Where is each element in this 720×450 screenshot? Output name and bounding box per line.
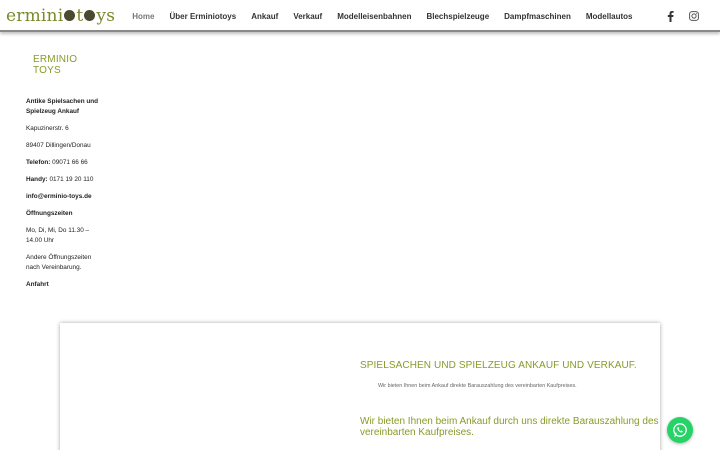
email-link[interactable]: info@erminio-toys.de xyxy=(26,193,92,200)
hours-label: Öffnungszeiten xyxy=(26,210,73,217)
logo-text: ermini t ys xyxy=(6,6,115,26)
nav-item-dampfmaschinen[interactable]: Dampfmaschinen xyxy=(504,12,571,21)
hours-heading: Öffnungszeiten xyxy=(26,209,106,219)
directions-link[interactable]: Anfahrt xyxy=(26,281,49,288)
content-heading: SPIELSACHEN UND SPIELZEUG ANKAUF UND VER… xyxy=(360,360,637,371)
mobile: Handy: 0171 19 20 110 xyxy=(26,175,106,185)
nav-item-blechspielzeuge[interactable]: Blechspielzeuge xyxy=(426,12,489,21)
nav-item-modelleisenbahnen[interactable]: Modelleisenbahnen xyxy=(337,12,411,21)
logo-text-part: ermini xyxy=(6,6,64,26)
sidebar-title: ERMINIO TOYS xyxy=(33,54,78,76)
instagram-icon[interactable] xyxy=(688,10,700,22)
nav-item-about[interactable]: Über Erminiotoys xyxy=(170,12,237,21)
nav-item-verkauf[interactable]: Verkauf xyxy=(293,12,322,21)
facebook-icon[interactable] xyxy=(664,10,676,22)
nav-item-home[interactable]: Home xyxy=(132,12,154,21)
content-subtext: Wir bieten Ihnen beim Ankauf direkte Bar… xyxy=(378,383,577,389)
nav-item-ankauf[interactable]: Ankauf xyxy=(251,12,278,21)
whatsapp-icon xyxy=(673,423,687,437)
content-heading-2: Wir bieten Ihnen beim Ankauf durch uns d… xyxy=(360,416,659,438)
logo-gear-icon xyxy=(64,10,76,21)
email: info@erminio-toys.de xyxy=(26,192,106,202)
logo-text-part: t xyxy=(76,6,84,26)
other-hours: Andere Öffnungszeiten nach Vereinbarung. xyxy=(26,254,92,271)
mobile-value[interactable]: 0171 19 20 110 xyxy=(48,176,93,183)
mobile-label: Handy: xyxy=(26,176,48,183)
logo[interactable]: ermini t ys xyxy=(6,2,115,30)
address-street: Kapuzinerstr. 6 xyxy=(26,125,69,132)
whatsapp-button[interactable] xyxy=(667,417,693,443)
phone-value[interactable]: 09071 66 66 xyxy=(50,159,88,166)
phone-label: Telefon: xyxy=(26,159,51,166)
sidebar-heading: Antike Spielsachen und Spielzeug Ankauf xyxy=(26,97,106,117)
address-city: 89407 Dillingen/Donau xyxy=(26,142,91,149)
main-nav: Home Über Erminiotoys Ankauf Verkauf Mod… xyxy=(125,0,720,32)
hours: Mo, Di, Mi, Do 11.30 – 14.00 Uhr xyxy=(26,227,90,244)
social-links xyxy=(652,10,700,22)
nav-item-modellautos[interactable]: Modellautos xyxy=(586,12,633,21)
site-header: ermini t ys Home Über Erminiotoys Ankauf V… xyxy=(0,0,720,32)
content-card: SPIELSACHEN UND SPIELZEUG ANKAUF UND VER… xyxy=(60,323,660,450)
logo-text-part: ys xyxy=(96,6,116,26)
logo-gear-icon xyxy=(84,10,96,21)
sidebar: ERMINIO TOYS Antike Spielsachen und Spie… xyxy=(26,54,106,297)
directions: Anfahrt xyxy=(26,280,106,290)
phone: Telefon: 09071 66 66 xyxy=(26,158,106,168)
sidebar-heading-text: Antike Spielsachen und Spielzeug Ankauf xyxy=(26,98,99,115)
